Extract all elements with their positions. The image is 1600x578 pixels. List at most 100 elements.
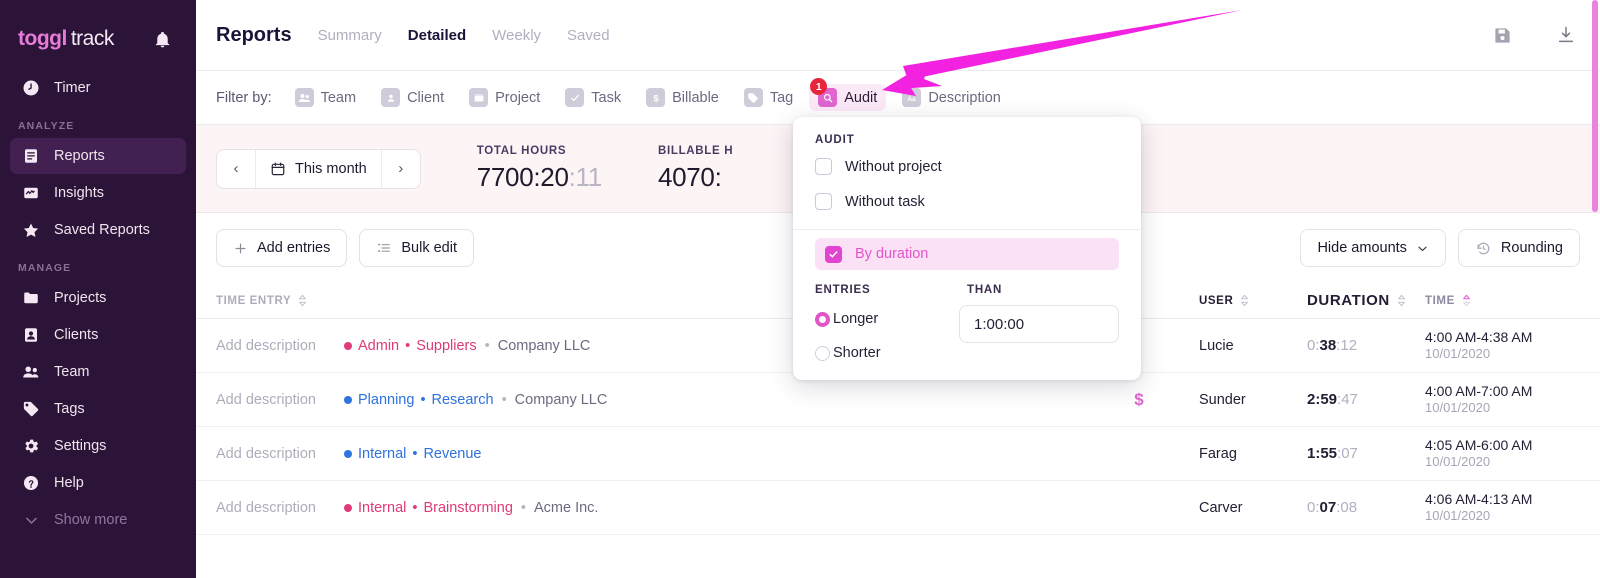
table-row[interactable]: Add description Internal • Revenue Farag…: [196, 427, 1600, 481]
table-row[interactable]: Add description Planning • Research • Co…: [196, 373, 1600, 427]
date-next-button[interactable]: ›: [382, 150, 420, 188]
checkbox-checked-icon[interactable]: [825, 245, 842, 263]
sidebar-item-label: Insights: [54, 185, 104, 201]
sort-icon: [1241, 294, 1249, 307]
time-entry-description[interactable]: Add description: [216, 500, 344, 516]
time-entry-description[interactable]: Add description: [216, 446, 344, 462]
time-range: 4:00 AM-7:00 AM: [1425, 382, 1533, 399]
tab-detailed[interactable]: Detailed: [408, 27, 466, 44]
task-name: Research: [431, 391, 494, 408]
bulk-edit-button[interactable]: Bulk edit: [359, 229, 474, 267]
filter-chips: Team Client Project Task $ Billable Tag …: [286, 78, 1010, 111]
sidebar-item-timer[interactable]: Timer: [10, 70, 186, 106]
filter-chip-label: Team: [320, 89, 357, 106]
duration-seconds: :07: [1337, 445, 1358, 462]
audit-option-by-duration[interactable]: By duration: [815, 238, 1119, 270]
date-range-button[interactable]: This month: [255, 149, 382, 188]
notifications-bell-button[interactable]: [153, 30, 172, 49]
sidebar-item-projects[interactable]: Projects: [10, 280, 186, 316]
radio-option-longer[interactable]: Longer: [815, 302, 959, 336]
tab-saved[interactable]: Saved: [567, 27, 610, 44]
sidebar-item-insights[interactable]: Insights: [10, 175, 186, 211]
column-header-time-entry[interactable]: TIME ENTRY: [216, 294, 344, 307]
vertical-scrollbar-thumb[interactable]: [1592, 0, 1598, 212]
sidebar-item-help[interactable]: Help: [10, 465, 186, 501]
time-date: 10/01/2020: [1425, 400, 1491, 416]
project-name: Internal: [358, 445, 407, 462]
project-name: Internal: [358, 499, 407, 516]
sidebar-group-analyze: ANALYZE Reports Insights Saved Reports: [0, 120, 196, 248]
billable-cell[interactable]: $: [1079, 390, 1199, 410]
sidebar-item-show-more[interactable]: Show more: [10, 502, 186, 538]
sidebar-item-tags[interactable]: Tags: [10, 391, 186, 427]
time-cell: 4:00 AM-4:38 AM 10/01/2020: [1425, 329, 1580, 363]
sidebar-item-label: Tags: [54, 401, 85, 417]
sidebar: toggl track Timer ANALYZE Reports Insight…: [0, 0, 196, 578]
date-prev-button[interactable]: ‹: [217, 150, 255, 188]
project-color-dot: [344, 395, 352, 404]
sidebar-item-clients[interactable]: Clients: [10, 317, 186, 353]
duration-sub-headers: ENTRIES THAN: [793, 270, 1141, 296]
sidebar-item-label: Settings: [54, 438, 107, 454]
rounding-button[interactable]: Rounding: [1457, 229, 1580, 267]
time-entry-description[interactable]: Add description: [216, 338, 344, 354]
audit-option-without-project[interactable]: Without project: [793, 149, 1141, 184]
duration-threshold-input[interactable]: 1:00:00: [959, 305, 1119, 343]
add-entries-button[interactable]: Add entries: [216, 229, 348, 267]
project-name: Planning: [358, 391, 415, 408]
stat-value-main: 4070:: [657, 161, 722, 192]
sidebar-item-label: Saved Reports: [54, 222, 150, 238]
project-cell[interactable]: Internal • Revenue: [344, 446, 1079, 462]
table-row[interactable]: Add description Internal • Brainstorming…: [196, 481, 1600, 535]
clock-icon: [22, 79, 40, 97]
time-range: 4:06 AM-4:13 AM: [1425, 490, 1533, 507]
top-bar-actions: [1493, 25, 1576, 45]
sidebar-item-reports[interactable]: Reports: [10, 138, 186, 174]
filter-chip-team[interactable]: Team: [286, 84, 365, 111]
project-cell[interactable]: Planning • Research • Company LLC: [344, 392, 1079, 408]
sidebar-item-team[interactable]: Team: [10, 354, 186, 390]
radio-option-shorter[interactable]: Shorter: [815, 336, 959, 370]
time-entry-description[interactable]: Add description: [216, 392, 344, 408]
radio-unselected-icon[interactable]: [815, 345, 830, 361]
radio-label: Shorter: [833, 345, 881, 361]
by-duration-label: By duration: [855, 246, 929, 262]
project-cell[interactable]: Internal • Brainstorming • Acme Inc.: [344, 500, 1079, 516]
sidebar-item-settings[interactable]: Settings: [10, 428, 186, 464]
hide-amounts-dropdown[interactable]: Hide amounts: [1300, 229, 1446, 267]
duration-cell: 0:07:08: [1307, 499, 1425, 516]
checkbox-unchecked-icon[interactable]: [815, 193, 832, 210]
filter-chip-billable[interactable]: $ Billable: [637, 84, 728, 111]
audit-option-without-task[interactable]: Without task: [793, 184, 1141, 219]
checkbox-unchecked-icon[interactable]: [815, 158, 832, 175]
filter-chip-description[interactable]: Aa Description: [893, 84, 1010, 111]
column-header-duration[interactable]: DURATION: [1307, 292, 1425, 309]
check-icon: [565, 88, 585, 107]
filter-chip-label: Task: [591, 89, 622, 106]
filter-chip-task[interactable]: Task: [556, 84, 630, 111]
column-header-label: USER: [1199, 294, 1234, 307]
filter-chip-label: Billable: [672, 89, 719, 106]
duration-seconds: :47: [1337, 391, 1358, 408]
save-report-button[interactable]: [1493, 26, 1512, 45]
download-button[interactable]: [1556, 25, 1576, 45]
tab-weekly[interactable]: Weekly: [492, 27, 541, 44]
radio-selected-icon[interactable]: [815, 311, 830, 327]
tab-summary[interactable]: Summary: [318, 27, 382, 44]
filter-chip-tag[interactable]: Tag: [735, 84, 802, 111]
toggl-track-logo[interactable]: toggl track: [18, 27, 114, 51]
audit-option-label: Without project: [845, 158, 942, 175]
column-header-time[interactable]: TIME: [1425, 294, 1580, 307]
date-range-label: This month: [295, 160, 367, 177]
filter-chip-client[interactable]: Client: [372, 84, 453, 111]
stat-billable-hours: BILLABLE H 4070:: [658, 145, 733, 193]
calendar-icon: [271, 162, 285, 175]
dollar-icon: $: [646, 88, 666, 107]
client-icon: [22, 326, 40, 344]
duration-lead: 0:: [1307, 337, 1320, 354]
sidebar-item-saved-reports[interactable]: Saved Reports: [10, 212, 186, 248]
filter-chip-audit[interactable]: 1 Audit: [809, 78, 887, 111]
filter-chip-project[interactable]: Project: [460, 84, 549, 111]
time-cell: 4:00 AM-7:00 AM 10/01/2020: [1425, 383, 1580, 417]
column-header-user[interactable]: USER: [1199, 294, 1307, 307]
